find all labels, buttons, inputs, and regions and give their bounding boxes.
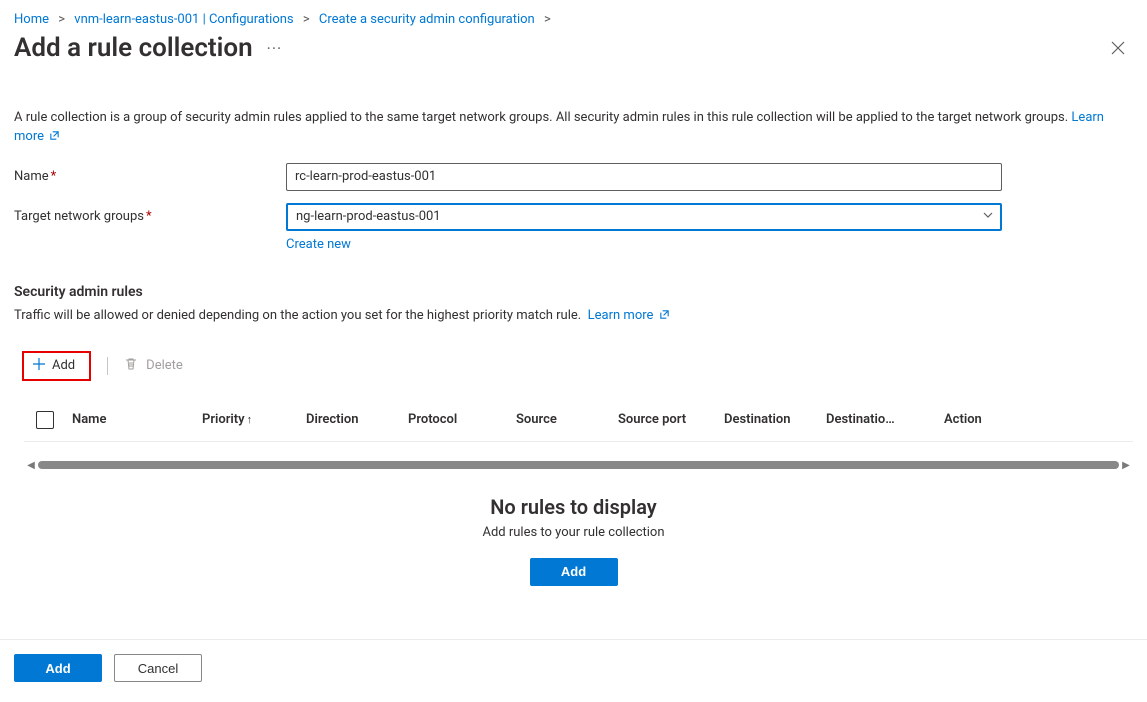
description-text: A rule collection is a group of security… (14, 110, 1068, 125)
chevron-right-icon: > (544, 12, 551, 27)
target-network-groups-value: ng-learn-prod-eastus-001 (296, 209, 982, 224)
external-link-icon (659, 309, 670, 320)
table-header-source[interactable]: Source (516, 412, 618, 427)
section-description: Traffic will be allowed or denied depend… (0, 304, 1147, 323)
add-rule-label: Add (52, 358, 75, 373)
table-header-checkbox-cell (24, 411, 72, 429)
footer-add-button[interactable]: Add (14, 654, 102, 682)
form: Name* Target network groups* ng-learn-pr… (0, 151, 1147, 252)
name-input[interactable] (286, 163, 1002, 191)
name-label: Name* (14, 163, 286, 184)
plus-icon (32, 357, 46, 375)
delete-rule-label: Delete (146, 358, 183, 373)
table-header-destination[interactable]: Destination (724, 412, 826, 427)
required-indicator: * (51, 169, 57, 184)
sort-ascending-icon: ↑ (247, 413, 253, 426)
form-row-target: Target network groups* ng-learn-prod-eas… (14, 203, 1133, 252)
rules-toolbar: Add Delete (0, 323, 1147, 381)
trash-icon (124, 357, 138, 375)
target-network-groups-select[interactable]: ng-learn-prod-eastus-001 (286, 203, 1002, 231)
table-header-name[interactable]: Name (72, 412, 202, 427)
external-link-icon (49, 130, 60, 141)
target-network-groups-label: Target network groups* (14, 203, 286, 224)
table-header-source-port[interactable]: Source port (618, 412, 724, 427)
required-indicator: * (146, 209, 152, 224)
scroll-left-icon[interactable]: ◀ (24, 460, 38, 471)
chevron-right-icon: > (303, 12, 310, 27)
footer-cancel-button[interactable]: Cancel (114, 654, 202, 682)
table-header-action[interactable]: Action (944, 412, 1024, 427)
table-header-protocol[interactable]: Protocol (408, 412, 516, 427)
breadcrumb: Home > vnm-learn-eastus-001 | Configurat… (0, 0, 1147, 31)
breadcrumb-configurations[interactable]: vnm-learn-eastus-001 | Configurations (74, 12, 293, 27)
delete-rule-button[interactable]: Delete (124, 357, 183, 375)
page-title: Add a rule collection (14, 33, 253, 63)
close-icon[interactable] (1107, 37, 1129, 59)
table-header-destination-port[interactable]: Destinatio… (826, 412, 944, 427)
table-header-direction[interactable]: Direction (306, 412, 408, 427)
section-header-security-rules: Security admin rules (0, 264, 1147, 304)
create-new-link[interactable]: Create new (286, 237, 351, 252)
title-row: Add a rule collection ··· (0, 31, 1147, 69)
empty-add-button[interactable]: Add (530, 558, 618, 586)
description: A rule collection is a group of security… (0, 69, 1147, 151)
form-row-name: Name* (14, 163, 1133, 191)
more-icon[interactable]: ··· (267, 39, 283, 58)
scrollbar-track[interactable] (38, 461, 1119, 469)
select-all-checkbox[interactable] (36, 411, 54, 429)
empty-state: No rules to display Add rules to your ru… (0, 471, 1147, 586)
rules-table: Name Priority↑ Direction Protocol Source… (24, 411, 1133, 442)
horizontal-scrollbar[interactable]: ◀ ▶ (24, 460, 1133, 471)
chevron-down-icon (982, 209, 994, 225)
add-rule-button[interactable]: Add (22, 351, 91, 381)
scroll-right-icon[interactable]: ▶ (1119, 460, 1133, 471)
chevron-right-icon: > (58, 12, 65, 27)
breadcrumb-create-security-admin[interactable]: Create a security admin configuration (319, 12, 535, 27)
empty-title: No rules to display (0, 495, 1147, 519)
learn-more-rules-link[interactable]: Learn more (588, 308, 670, 323)
breadcrumb-home[interactable]: Home (14, 12, 49, 27)
table-header-priority[interactable]: Priority↑ (202, 412, 306, 427)
toolbar-separator (107, 357, 108, 375)
empty-subtitle: Add rules to your rule collection (0, 525, 1147, 540)
footer: Add Cancel (0, 639, 1147, 702)
table-header-row: Name Priority↑ Direction Protocol Source… (24, 411, 1133, 442)
